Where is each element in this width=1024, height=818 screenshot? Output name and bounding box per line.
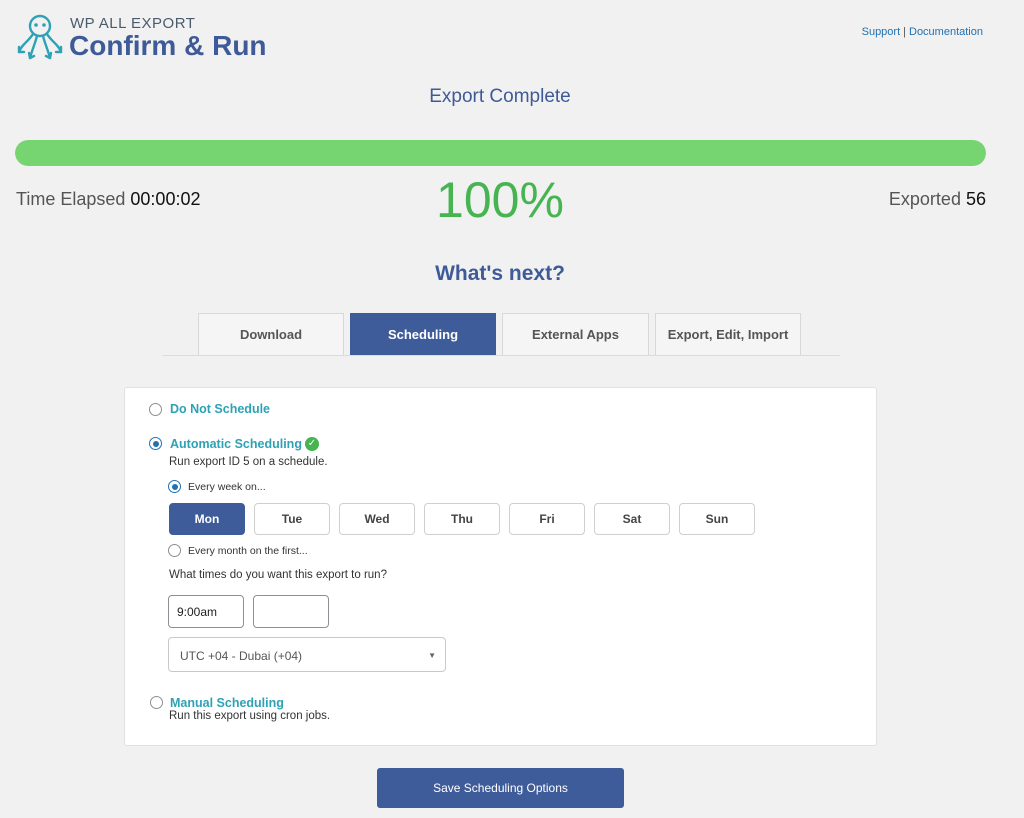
whats-next-heading: What's next? bbox=[435, 262, 565, 285]
manual-scheduling-description: Run this export using cron jobs. bbox=[169, 710, 331, 722]
day-button-tue[interactable]: Tue bbox=[254, 503, 330, 535]
day-button-wed[interactable]: Wed bbox=[339, 503, 415, 535]
timezone-select[interactable]: UTC +04 - Dubai (+04) ▼ bbox=[168, 637, 446, 672]
tab-scheduling[interactable]: Scheduling bbox=[350, 313, 496, 355]
tab-download[interactable]: Download bbox=[198, 313, 344, 355]
automatic-scheduling-label[interactable]: Automatic Scheduling bbox=[170, 437, 302, 451]
header-links: Support | Documentation bbox=[862, 26, 983, 38]
tab-external-apps[interactable]: External Apps bbox=[502, 313, 649, 355]
chevron-down-icon: ▼ bbox=[428, 651, 436, 660]
documentation-link[interactable]: Documentation bbox=[909, 26, 983, 38]
day-button-sun[interactable]: Sun bbox=[679, 503, 755, 535]
wp-all-export-logo-icon bbox=[17, 14, 63, 60]
day-button-mon[interactable]: Mon bbox=[169, 503, 245, 535]
progress-percent: 100% bbox=[436, 172, 564, 228]
day-button-thu[interactable]: Thu bbox=[424, 503, 500, 535]
every-month-label[interactable]: Every month on the first... bbox=[188, 545, 308, 557]
timezone-value: UTC +04 - Dubai (+04) bbox=[180, 649, 303, 663]
exported-value: 56 bbox=[965, 189, 986, 209]
automatic-scheduling-radio[interactable] bbox=[149, 437, 162, 450]
progress-bar bbox=[15, 140, 986, 166]
do-not-schedule-radio[interactable] bbox=[149, 403, 162, 416]
exported-count: Exported 56 bbox=[889, 189, 986, 210]
tab-export-edit-import[interactable]: Export, Edit, Import bbox=[655, 313, 801, 355]
every-week-radio[interactable] bbox=[168, 480, 181, 493]
tab-divider bbox=[162, 355, 840, 356]
progress-bar-fill bbox=[15, 140, 986, 166]
every-month-radio[interactable] bbox=[168, 544, 181, 557]
link-separator: | bbox=[903, 26, 906, 38]
page-title: Confirm & Run bbox=[69, 30, 267, 61]
automatic-scheduling-description: Run export ID 5 on a schedule. bbox=[169, 456, 328, 468]
export-status: Export Complete bbox=[429, 86, 571, 107]
checkmark-icon: ✓ bbox=[305, 437, 319, 451]
day-button-fri[interactable]: Fri bbox=[509, 503, 585, 535]
time-input-2[interactable] bbox=[253, 595, 329, 628]
exported-label: Exported bbox=[888, 189, 961, 209]
support-link[interactable]: Support bbox=[862, 26, 901, 38]
save-scheduling-button[interactable]: Save Scheduling Options bbox=[377, 768, 624, 808]
manual-scheduling-radio[interactable] bbox=[150, 696, 163, 709]
times-question: What times do you want this export to ru… bbox=[169, 569, 387, 581]
time-input-1[interactable] bbox=[168, 595, 244, 628]
day-button-sat[interactable]: Sat bbox=[594, 503, 670, 535]
do-not-schedule-label[interactable]: Do Not Schedule bbox=[170, 402, 270, 416]
manual-scheduling-label[interactable]: Manual Scheduling bbox=[170, 696, 284, 710]
every-week-label[interactable]: Every week on... bbox=[188, 481, 266, 493]
